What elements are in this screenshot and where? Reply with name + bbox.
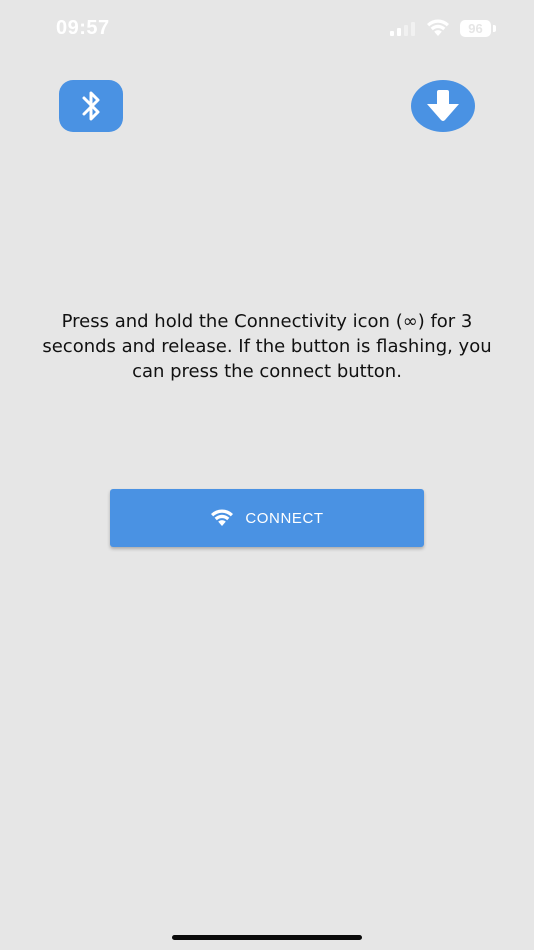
download-icon: [427, 90, 459, 121]
home-indicator[interactable]: [172, 935, 362, 940]
status-bar: 09:57 96: [0, 0, 534, 58]
battery-level: 96: [468, 21, 483, 36]
connect-button[interactable]: CONNECT: [110, 489, 424, 547]
download-button[interactable]: [411, 80, 475, 132]
connect-label: CONNECT: [245, 509, 324, 527]
bluetooth-button[interactable]: [59, 80, 123, 132]
signal-icon: [390, 22, 415, 36]
battery-icon: 96: [460, 20, 496, 37]
wifi-icon: [427, 19, 449, 36]
bluetooth-icon: [82, 91, 100, 121]
status-time: 09:57: [56, 17, 110, 39]
instructions-text: Press and hold the Connectivity icon (∞)…: [42, 311, 492, 382]
wifi-icon: [211, 509, 234, 526]
